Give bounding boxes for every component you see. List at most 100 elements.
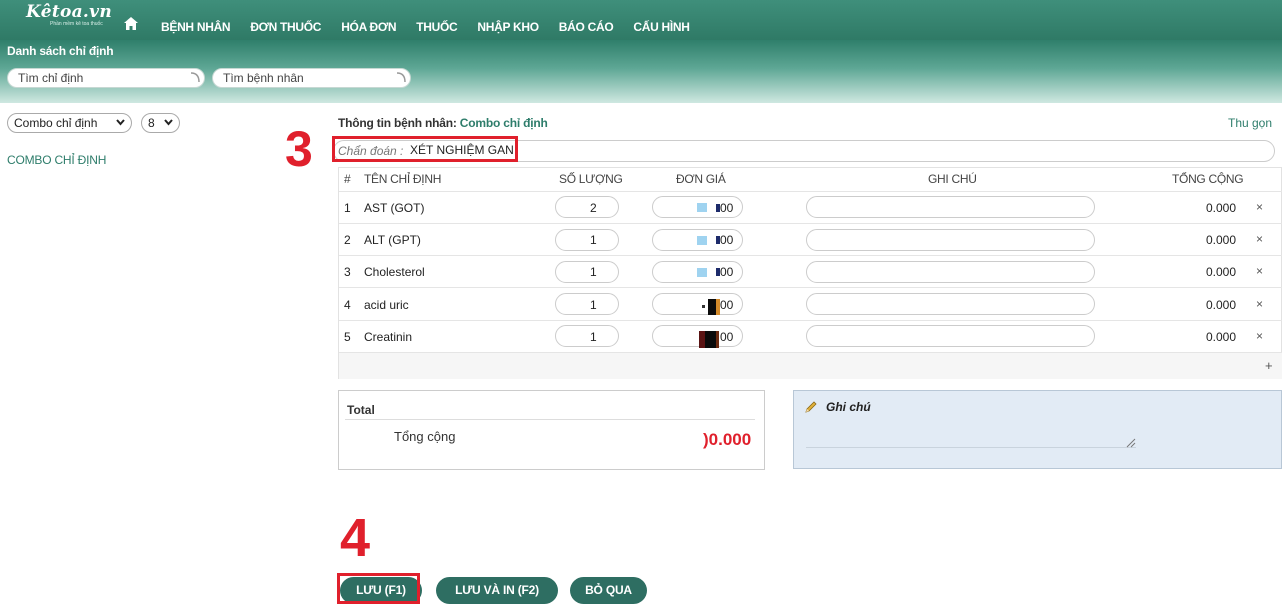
add-row-button[interactable]: + [1265,358,1273,373]
qty-input[interactable] [555,196,619,218]
nav-thuoc[interactable]: THUỐC [416,20,457,34]
combo-type-value: Combo chỉ định [14,116,98,130]
redaction-mark [697,236,707,245]
redaction-mark [697,203,707,212]
qty-value: 1 [590,330,597,344]
step-3-marker: 3 [285,121,313,177]
search-patient-placeholder: Tìm bệnh nhân [223,71,304,85]
nav-cau-hinh[interactable]: CẤU HÌNH [633,20,690,34]
chevron-down-icon [116,119,125,126]
nav-don-thuoc[interactable]: ĐƠN THUỐC [250,20,321,34]
row-index: 2 [344,233,351,247]
row-total: 0.000 [1206,201,1237,215]
redaction-mark [702,305,705,308]
price-value: 00 [720,201,734,215]
note-title: Ghi chú [826,400,871,414]
page-size-select[interactable]: 8 [141,113,180,133]
col-header-index: # [344,172,351,186]
col-header-name: TÊN CHỈ ĐỊNH [364,172,442,186]
row-name: Creatinin [364,330,413,344]
col-header-price: ĐƠN GIÁ [676,172,726,186]
price-value: 00 [720,233,734,247]
note-input[interactable] [806,261,1095,283]
price-value: 00 [720,298,734,312]
nav-benh-nhan[interactable]: BỆNH NHÂN [161,20,231,34]
page-size-value: 8 [148,116,155,130]
input-corner-icon [396,72,406,83]
row-total: 0.000 [1206,233,1237,247]
nav-bao-cao[interactable]: BÁO CÁO [559,20,614,34]
row-total: 0.000 [1206,298,1237,312]
collapse-link[interactable]: Thu gọn [1228,116,1272,130]
note-input[interactable] [806,229,1095,251]
save-print-button[interactable]: LƯU VÀ IN (F2) [436,577,558,604]
brand-logo[interactable]: Kêtoa.vn [26,2,112,22]
brand-tagline: Phần mềm kê toa thuốc [50,21,103,27]
row-index: 1 [344,201,351,215]
patient-info-value[interactable]: Combo chỉ định [460,116,548,130]
delete-row-button[interactable]: × [1256,329,1263,343]
search-orders-input[interactable]: Tìm chỉ định [7,68,205,88]
resize-grip-icon[interactable] [1126,438,1136,448]
col-header-total: TỔNG CỘNG [1172,172,1244,186]
patient-info-label: Thông tin bệnh nhân: [338,116,457,130]
home-icon[interactable] [124,17,138,30]
qty-value: 1 [590,298,597,312]
col-header-note: GHI CHÚ [928,172,977,186]
total-value: )0.000 [703,430,752,449]
page-header: Danh sách chỉ định Tìm chỉ định Tìm bệnh… [0,40,1282,103]
total-title: Total [347,403,375,417]
skip-button[interactable]: BỎ QUA [570,577,647,604]
note-input[interactable] [806,325,1095,347]
delete-row-button[interactable]: × [1256,200,1263,214]
row-name: Cholesterol [364,265,425,279]
combo-type-select[interactable]: Combo chỉ định [7,113,132,133]
highlight-box-save [337,573,420,604]
total-label: Tổng cộng [394,429,456,444]
row-name: acid uric [364,298,409,312]
row-name: ALT (GPT) [364,233,421,247]
redaction-mark [697,268,707,277]
price-value: 00 [720,330,734,344]
col-header-qty: SỐ LƯỢNG [559,172,623,186]
redaction-mark [708,299,716,315]
row-index: 5 [344,330,351,344]
add-row-bar [339,352,1282,379]
redaction-mark [705,331,716,348]
row-index: 3 [344,265,351,279]
delete-row-button[interactable]: × [1256,297,1263,311]
note-textarea[interactable] [806,438,1136,448]
qty-value: 1 [590,265,597,279]
qty-input[interactable] [555,229,619,251]
qty-value: 2 [590,201,597,215]
delete-row-button[interactable]: × [1256,232,1263,246]
redaction-mark [716,331,719,348]
combo-list-item[interactable]: COMBO CHỈ ĐỊNH [7,153,106,167]
row-total: 0.000 [1206,330,1237,344]
nav-hoa-don[interactable]: HÓA ĐƠN [341,20,396,34]
row-name: AST (GOT) [364,201,425,215]
main-nav: BỆNH NHÂN ĐƠN THUỐC HÓA ĐƠN THUỐC NHẬP K… [161,20,710,34]
highlight-box-diagnosis [332,136,518,162]
qty-input[interactable] [555,261,619,283]
note-input[interactable] [806,293,1095,315]
qty-input[interactable] [555,293,619,315]
qty-value: 1 [590,233,597,247]
nav-nhap-kho[interactable]: NHẬP KHO [477,20,539,34]
patient-info: Thông tin bệnh nhân: Combo chỉ định [338,116,548,130]
search-patient-input[interactable]: Tìm bệnh nhân [212,68,411,88]
row-index: 4 [344,298,351,312]
row-total: 0.000 [1206,265,1237,279]
step-4-marker: 4 [340,508,371,568]
price-value: 00 [720,265,734,279]
search-orders-placeholder: Tìm chỉ định [18,71,84,85]
delete-row-button[interactable]: × [1256,264,1263,278]
total-divider [345,419,755,420]
page-title: Danh sách chỉ định [7,44,114,58]
note-input[interactable] [806,196,1095,218]
top-navbar: Kêtoa.vn Phần mềm kê toa thuốc BỆNH NHÂN… [0,0,1282,40]
chevron-down-icon [164,119,173,126]
qty-input[interactable] [555,325,619,347]
pencil-icon [805,401,817,413]
input-corner-icon [190,72,200,83]
